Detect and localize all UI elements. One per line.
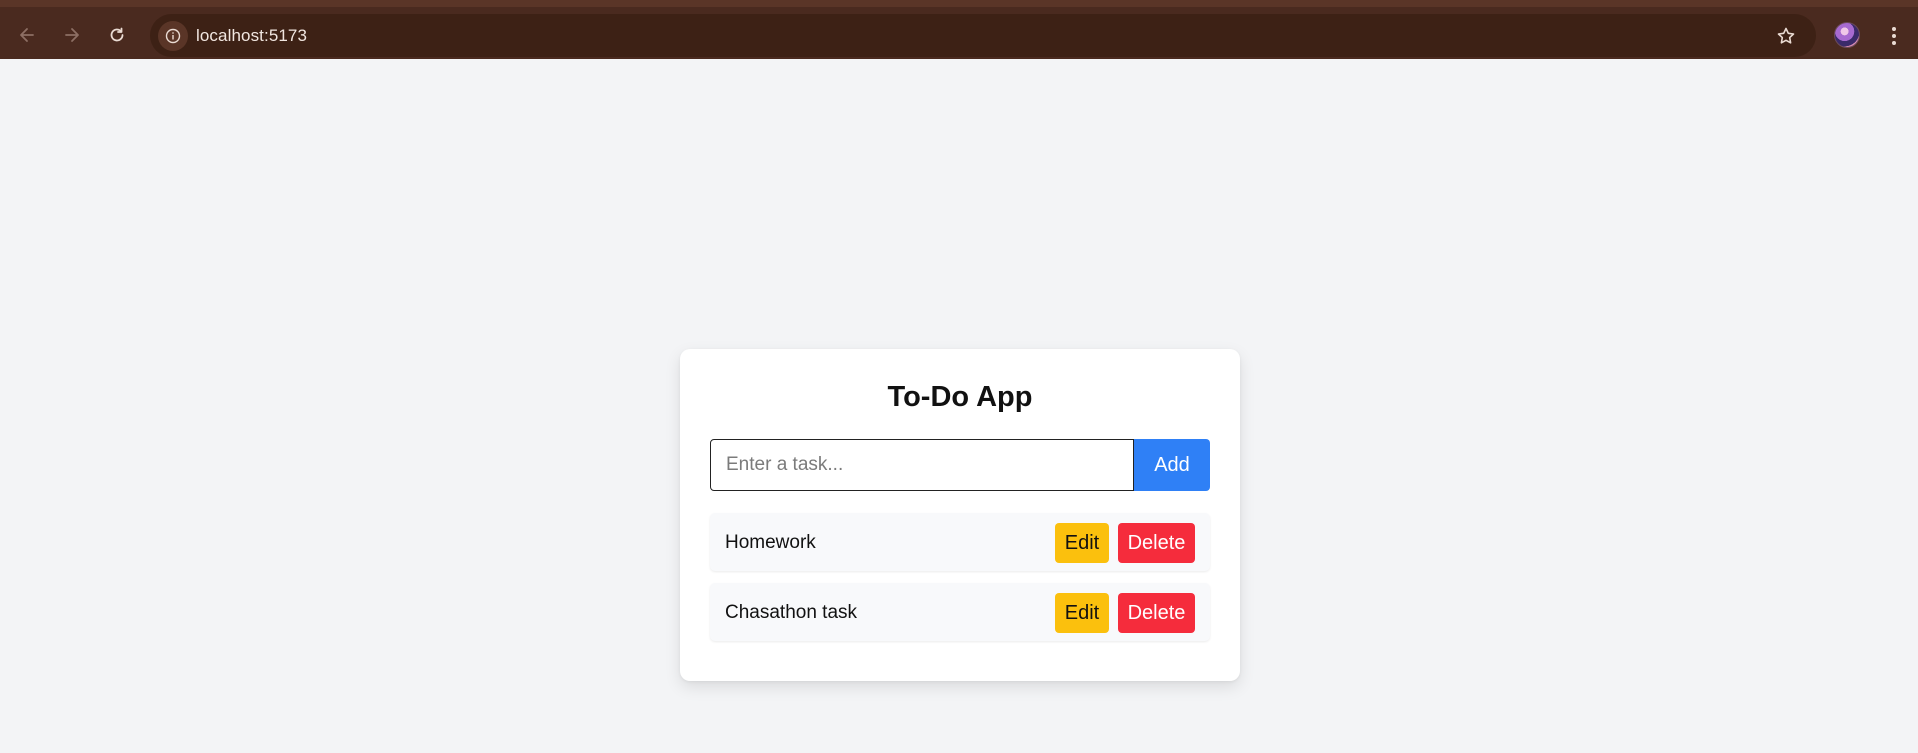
url-text[interactable]: localhost:5173 [196,26,307,46]
address-bar[interactable]: localhost:5173 [150,14,1816,57]
reload-button[interactable] [101,19,133,51]
task-item: Homework Edit Delete [710,513,1210,571]
star-icon [1777,27,1795,44]
arrow-left-icon [20,28,34,42]
browser-menu-button[interactable] [1880,21,1908,51]
task-list: Homework Edit Delete Chasathon task Edit… [710,513,1210,653]
bookmark-button[interactable] [1774,24,1798,48]
todo-card: To-Do App Add Homework Edit Delete Chasa… [680,349,1240,681]
task-item: Chasathon task Edit Delete [710,583,1210,641]
browser-toolbar: localhost:5173 [0,0,1918,59]
arrow-right-icon [65,28,79,42]
kebab-menu-icon [1892,27,1896,45]
back-button[interactable] [11,19,43,51]
site-info-button[interactable] [158,21,188,51]
avatar[interactable] [1834,22,1860,48]
delete-task-button[interactable]: Delete [1118,523,1195,563]
add-task-button[interactable]: Add [1134,439,1210,491]
edit-task-button[interactable]: Edit [1055,593,1109,633]
reload-icon [110,27,124,42]
task-text: Homework [725,532,816,553]
task-text: Chasathon task [725,602,858,623]
edit-task-button[interactable]: Edit [1055,523,1109,563]
forward-button[interactable] [56,19,88,51]
info-icon [165,28,181,44]
page-title: To-Do App [887,381,1033,413]
task-input[interactable] [710,439,1134,491]
delete-task-button[interactable]: Delete [1118,593,1195,633]
